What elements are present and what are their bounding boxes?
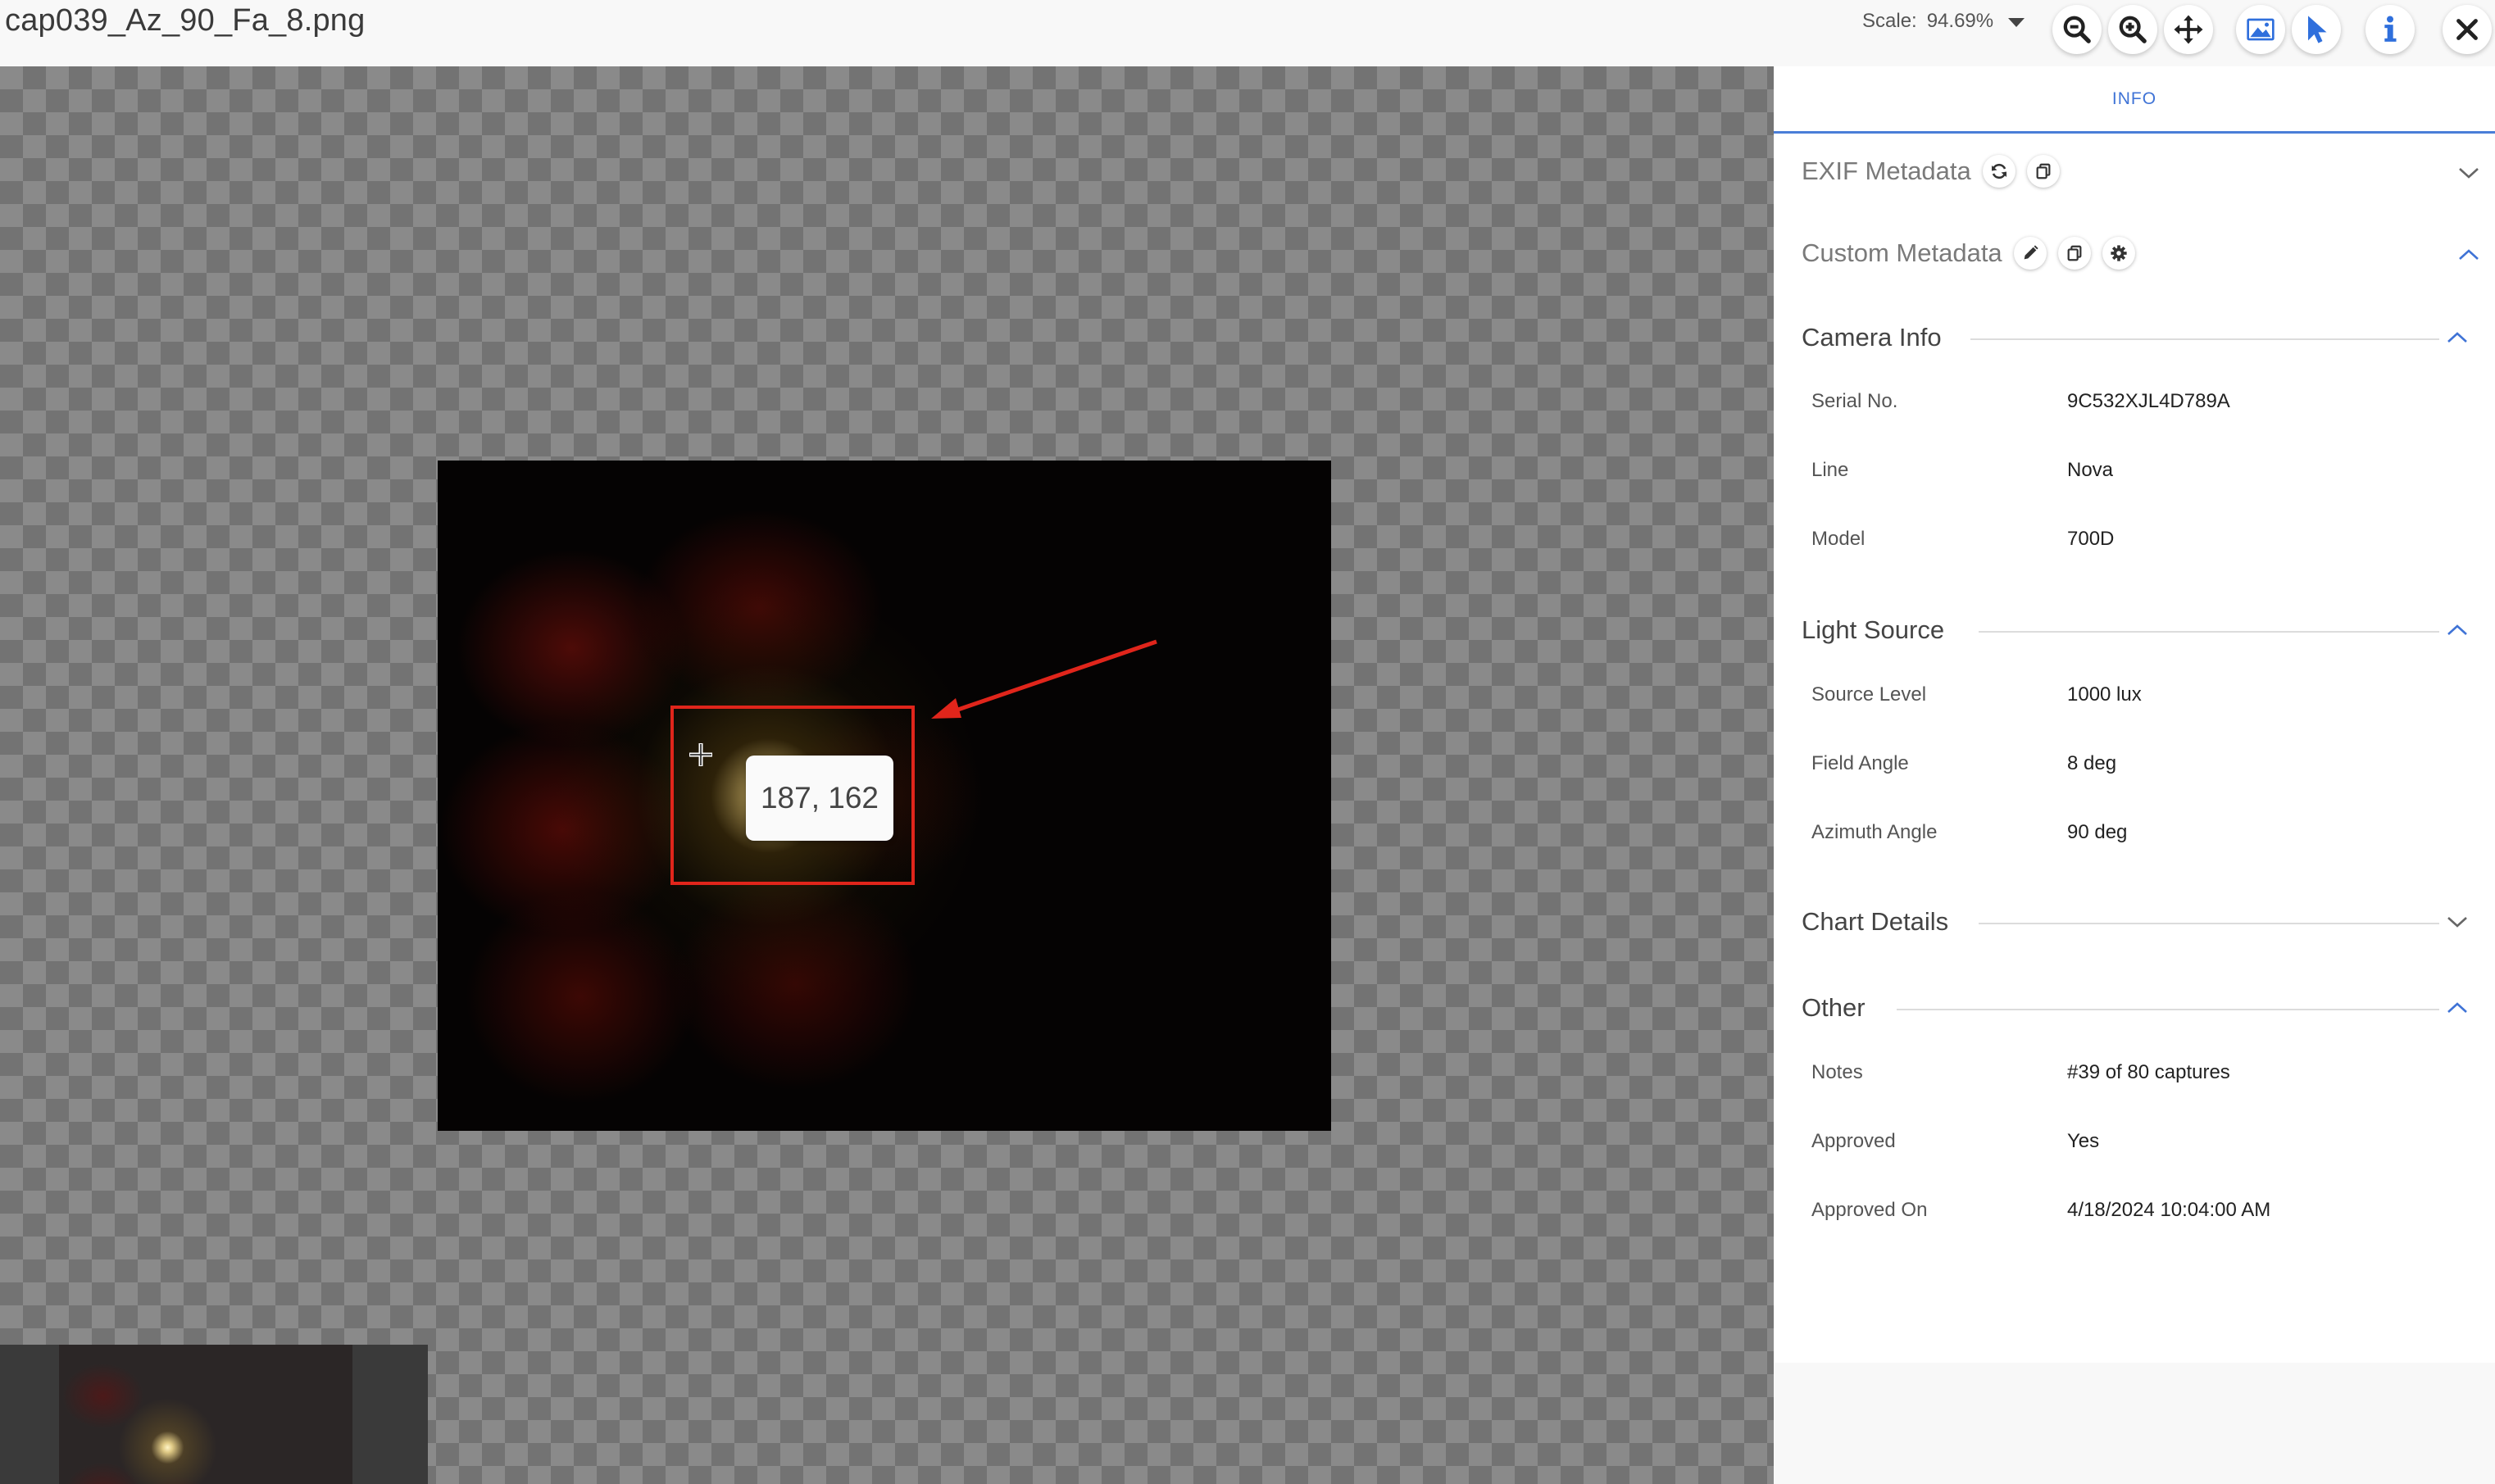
chevron-up-icon[interactable] <box>2457 247 2480 263</box>
field-value: 4/18/2024 10:04:00 AM <box>2067 1199 2271 1221</box>
minimap-navigator[interactable] <box>0 1345 428 1484</box>
divider <box>1979 631 2439 633</box>
field-label: Field Angle <box>1811 752 1909 774</box>
chevron-up-icon[interactable] <box>2446 622 2469 638</box>
field-value: 8 deg <box>2067 752 2117 774</box>
group-title-other[interactable]: Other <box>1802 993 1885 1023</box>
info-button[interactable] <box>2365 5 2415 54</box>
edit-button[interactable] <box>2013 237 2047 270</box>
divider <box>1979 923 2439 924</box>
pan-button[interactable] <box>2164 5 2213 54</box>
chevron-down-icon[interactable] <box>2446 914 2469 930</box>
pixel-coordinate-tooltip: 187, 162 <box>746 756 893 841</box>
close-button[interactable] <box>2443 5 2492 54</box>
scale-label: Scale: <box>1862 10 1917 32</box>
field-value: #39 of 80 captures <box>2067 1061 2230 1083</box>
zoom-out-icon <box>2063 16 2091 43</box>
custom-metadata-header[interactable]: Custom Metadata <box>1802 237 2135 270</box>
exif-metadata-title: EXIF Metadata <box>1802 157 1971 185</box>
field-label: Source Level <box>1811 683 1927 706</box>
field-value: 1000 lux <box>2067 683 2142 706</box>
info-panel: INFO EXIF Metadata Custom Metadata Camer… <box>1774 66 2495 1484</box>
copy-custom-button[interactable] <box>2057 237 2091 270</box>
custom-metadata-title: Custom Metadata <box>1802 238 2002 267</box>
exif-metadata-header[interactable]: EXIF Metadata <box>1802 155 2060 188</box>
zoom-out-button[interactable] <box>2052 5 2102 54</box>
field-value: Yes <box>2067 1130 2100 1152</box>
top-toolbar: cap039_Az_90_Fa_8.png Scale: 94.69% <box>0 0 2495 66</box>
copy-icon <box>2067 245 2082 261</box>
divider <box>1970 338 2439 340</box>
image-canvas[interactable]: 187, 162 <box>0 66 1774 1484</box>
field-label: Approved On <box>1811 1199 1928 1221</box>
image-view-button[interactable] <box>2236 5 2285 54</box>
chevron-down-icon <box>2008 17 2025 27</box>
group-title-chart-details[interactable]: Chart Details <box>1802 907 1969 937</box>
image-icon <box>2247 18 2275 41</box>
divider <box>1897 1009 2439 1010</box>
crosshair-cursor-icon <box>689 743 712 766</box>
pointer-icon <box>2308 16 2327 43</box>
group-title-camera-info[interactable]: Camera Info <box>1802 323 1961 352</box>
file-name: cap039_Az_90_Fa_8.png <box>5 3 366 38</box>
close-icon <box>2456 19 2478 40</box>
refresh-button[interactable] <box>1982 155 2016 188</box>
scale-dropdown[interactable]: Scale: 94.69% <box>1862 10 2025 33</box>
field-label: Approved <box>1811 1130 1896 1152</box>
copy-icon <box>2036 163 2051 179</box>
info-panel-content: INFO EXIF Metadata Custom Metadata Camer… <box>1774 66 2495 1363</box>
gear-icon <box>2111 245 2127 261</box>
pan-icon <box>2174 15 2203 44</box>
info-icon <box>2384 16 2397 42</box>
chevron-up-icon[interactable] <box>2446 1000 2469 1016</box>
group-title-light-source[interactable]: Light Source <box>1802 615 1965 645</box>
zoom-in-button[interactable] <box>2108 5 2157 54</box>
field-value: 90 deg <box>2067 821 2128 843</box>
tab-info[interactable]: INFO <box>1774 66 2495 134</box>
refresh-icon <box>1991 163 2006 179</box>
zoom-in-icon <box>2119 16 2147 43</box>
field-value: 9C532XJL4D789A <box>2067 390 2230 412</box>
pencil-icon <box>2024 245 2038 260</box>
field-label: Model <box>1811 528 1866 550</box>
field-value: Nova <box>2067 459 2114 481</box>
chevron-down-icon[interactable] <box>2457 165 2480 181</box>
field-label: Notes <box>1811 1061 1863 1083</box>
pointer-button[interactable] <box>2292 5 2341 54</box>
chevron-up-icon[interactable] <box>2446 329 2469 346</box>
scale-value: 94.69% <box>1926 10 1994 32</box>
field-label: Azimuth Angle <box>1811 821 1938 843</box>
minimap-thumbnail <box>59 1345 352 1484</box>
field-label: Serial No. <box>1811 390 1898 412</box>
field-value: 700D <box>2067 528 2115 550</box>
copy-exif-button[interactable] <box>2026 155 2060 188</box>
settings-button[interactable] <box>2102 237 2135 270</box>
field-label: Line <box>1811 459 1849 481</box>
